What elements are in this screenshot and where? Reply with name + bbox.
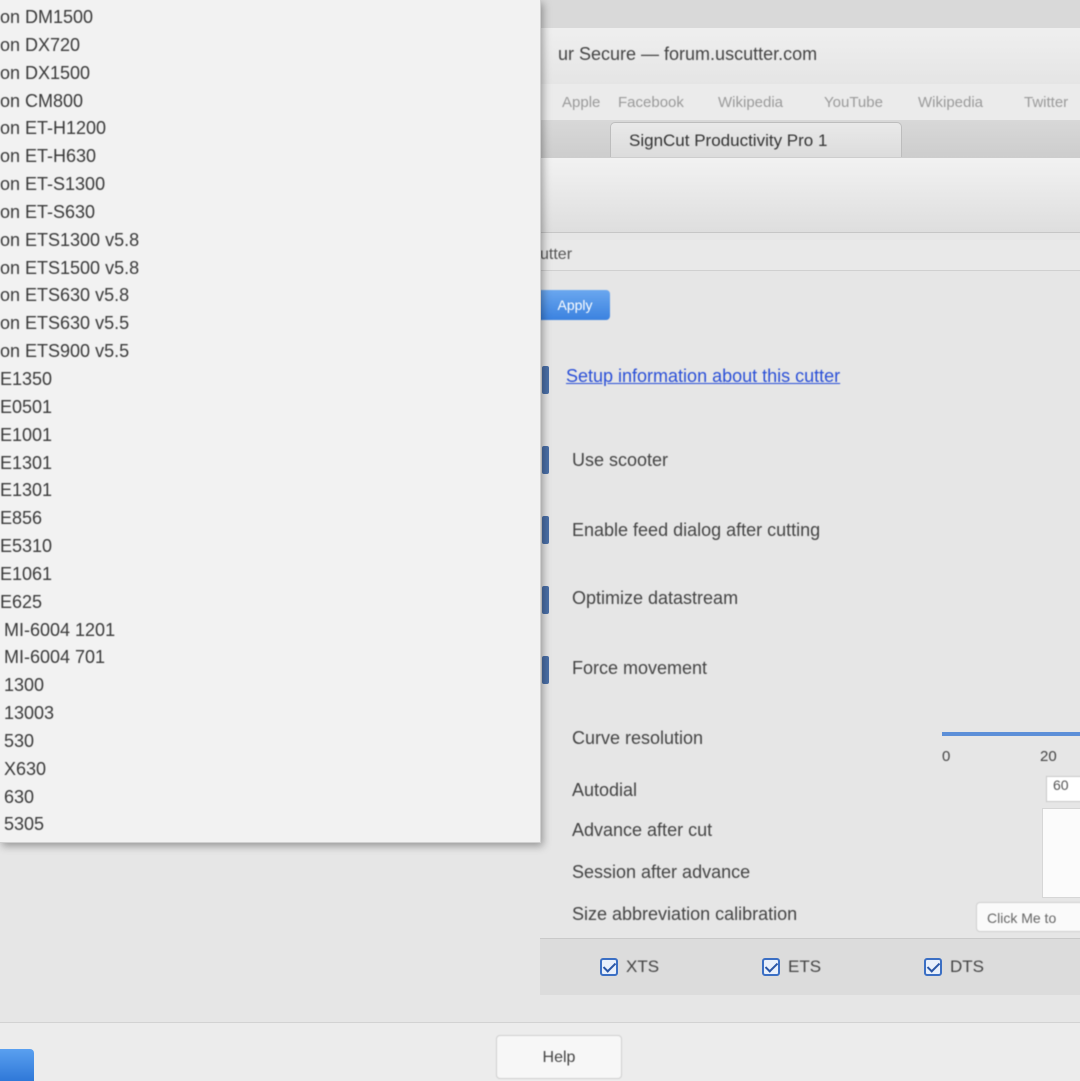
cutter-settings: Setup information about this cutter Use … bbox=[540, 330, 1080, 940]
setting-marker bbox=[542, 656, 549, 684]
dropdown-option[interactable]: E1350 bbox=[0, 366, 540, 394]
dropdown-option[interactable]: on ETS630 v5.8 bbox=[0, 282, 540, 310]
dropdown-option[interactable]: on CM800 bbox=[0, 88, 540, 116]
checkbox-check-icon bbox=[924, 958, 942, 976]
cutter-model-dropdown[interactable]: on DM1500 on DX720 on DX1500 on CM800 on… bbox=[0, 0, 541, 843]
dropdown-option[interactable]: on ET-H1200 bbox=[0, 115, 540, 143]
bottom-bar: Help bbox=[0, 1022, 1080, 1081]
dropdown-option[interactable]: E1061 bbox=[0, 561, 540, 589]
checkbox-label: DTS bbox=[950, 957, 984, 976]
bookmark-item[interactable]: Wikipedia bbox=[918, 94, 983, 111]
dropdown-option[interactable]: E856 bbox=[0, 505, 540, 533]
checkbox-label: XTS bbox=[626, 957, 660, 976]
dropdown-option[interactable]: 13003 bbox=[0, 700, 540, 728]
dropdown-option[interactable]: on DX1500 bbox=[0, 60, 540, 88]
dropdown-option[interactable]: on ETS1500 v5.8 bbox=[0, 255, 540, 283]
bottom-accent-button[interactable] bbox=[0, 1049, 34, 1081]
checkbox-xts[interactable]: XTS bbox=[600, 957, 659, 977]
curve-min-tick: 0 bbox=[942, 748, 951, 765]
setting-marker bbox=[542, 586, 549, 614]
dropdown-option[interactable]: 530 bbox=[0, 728, 540, 756]
dropdown-option[interactable]: E1001 bbox=[0, 422, 540, 450]
dropdown-option[interactable]: 5305 bbox=[0, 811, 540, 839]
bookmark-item[interactable]: Twitter bbox=[1024, 94, 1068, 111]
size-calibration-label: Size abbreviation calibration bbox=[572, 904, 798, 924]
tool-checkbox-row: XTS ETS DTS bbox=[540, 938, 1080, 995]
autodial-label: Autodial bbox=[572, 780, 638, 800]
dropdown-option[interactable]: E5310 bbox=[0, 533, 540, 561]
curve-mid-tick: 20 bbox=[1040, 748, 1057, 765]
browser-title-bar bbox=[540, 0, 1080, 28]
dropdown-option[interactable]: on DX720 bbox=[0, 32, 540, 60]
advance-input[interactable] bbox=[1042, 808, 1080, 898]
calibration-select[interactable]: Click Me to bbox=[976, 902, 1080, 932]
bookmark-item[interactable]: Apple bbox=[562, 94, 600, 111]
dropdown-option[interactable]: 1300 bbox=[0, 672, 540, 700]
bookmark-item[interactable]: Facebook bbox=[618, 94, 684, 111]
tab-title: SignCut Productivity Pro 1 bbox=[629, 131, 828, 150]
checkbox-check-icon bbox=[762, 958, 780, 976]
help-button[interactable]: Help bbox=[496, 1035, 622, 1079]
dropdown-option[interactable]: E625 bbox=[0, 589, 540, 617]
bookmarks-bar: Apple Facebook Wikipedia YouTube Wikiped… bbox=[540, 84, 1080, 121]
dropdown-option[interactable]: on DM1500 bbox=[0, 4, 540, 32]
setting-marker bbox=[542, 366, 549, 394]
dropdown-option[interactable]: on ET-H630 bbox=[0, 143, 540, 171]
session-after-advance-label: Session after advance bbox=[572, 862, 751, 882]
bookmark-item[interactable]: YouTube bbox=[824, 94, 883, 111]
dropdown-option[interactable]: E1301 bbox=[0, 477, 540, 505]
checkbox-check-icon bbox=[600, 958, 618, 976]
dropdown-option[interactable]: 630 bbox=[0, 784, 540, 812]
panel-header-label: utter bbox=[540, 246, 573, 263]
dropdown-list: on DM1500 on DX720 on DX1500 on CM800 on… bbox=[0, 4, 540, 839]
setup-info-link[interactable]: Setup information about this cutter bbox=[566, 366, 840, 387]
dropdown-option[interactable]: on ET-S630 bbox=[0, 199, 540, 227]
page-header bbox=[540, 158, 1080, 233]
dropdown-option[interactable]: on ET-S1300 bbox=[0, 171, 540, 199]
cutter-panel-header: utter bbox=[540, 240, 1080, 271]
curve-resolution-slider[interactable] bbox=[942, 732, 1080, 736]
bookmark-item[interactable]: Wikipedia bbox=[718, 94, 783, 111]
dropdown-option[interactable]: MI-6004 701 bbox=[0, 644, 540, 672]
dropdown-option[interactable]: E0501 bbox=[0, 394, 540, 422]
force-movement-label[interactable]: Force movement bbox=[572, 658, 707, 679]
address-bar[interactable]: ur Secure — forum.uscutter.com bbox=[540, 28, 1080, 84]
apply-button[interactable]: Apply bbox=[540, 290, 610, 320]
dropdown-option[interactable]: MI-6004 1201 bbox=[0, 617, 540, 645]
use-scooter-label[interactable]: Use scooter bbox=[572, 450, 668, 471]
checkbox-label: ETS bbox=[788, 957, 822, 976]
feed-dialog-label[interactable]: Enable feed dialog after cutting bbox=[572, 520, 820, 541]
autodial-input[interactable]: 60 bbox=[1046, 776, 1080, 802]
setting-marker bbox=[542, 446, 549, 474]
setting-marker bbox=[542, 516, 549, 544]
dropdown-option[interactable]: on ETS1300 v5.8 bbox=[0, 227, 540, 255]
dropdown-option[interactable]: X630 bbox=[0, 756, 540, 784]
checkbox-ets[interactable]: ETS bbox=[762, 957, 821, 977]
advance-after-cut-label: Advance after cut bbox=[572, 820, 713, 840]
dropdown-option[interactable]: on ETS630 v5.5 bbox=[0, 310, 540, 338]
tab-signcut[interactable]: SignCut Productivity Pro 1 bbox=[610, 122, 902, 157]
optimize-datastream-label[interactable]: Optimize datastream bbox=[572, 588, 738, 609]
tab-bar: SignCut Productivity Pro 1 bbox=[540, 120, 1080, 159]
dropdown-option[interactable]: on ETS900 v5.5 bbox=[0, 338, 540, 366]
curve-resolution-label: Curve resolution bbox=[572, 728, 704, 748]
dropdown-option[interactable]: E1301 bbox=[0, 450, 540, 478]
checkbox-dts[interactable]: DTS bbox=[924, 957, 984, 977]
address-text: ur Secure — forum.uscutter.com bbox=[558, 44, 818, 64]
